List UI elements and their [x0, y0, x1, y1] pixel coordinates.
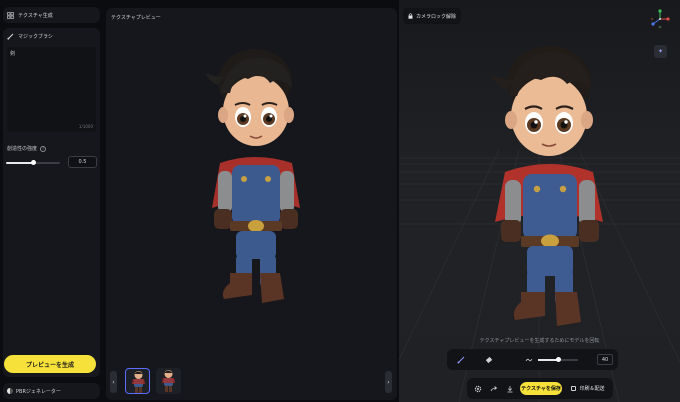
- share-button[interactable]: [488, 383, 499, 394]
- camera-unlock-button[interactable]: カメラロック解除: [403, 8, 462, 24]
- pbr-icon: [7, 388, 13, 394]
- share-icon: [490, 385, 497, 391]
- eraser-tool-button[interactable]: [483, 354, 494, 365]
- prompt-textarea[interactable]: 剣 1/1000: [7, 47, 96, 132]
- magic-brush-header[interactable]: マジックブラシ: [3, 28, 100, 44]
- char-count: 1/1000: [78, 124, 93, 129]
- print-icon: [571, 386, 577, 391]
- grid-icon: [7, 11, 14, 19]
- save-texture-button[interactable]: テクスチャを保存: [520, 382, 562, 395]
- texture-preview-title: テクスチャプレビュー: [111, 15, 161, 21]
- settings-button[interactable]: [472, 383, 483, 394]
- brush-size-knob[interactable]: [555, 357, 561, 362]
- thumbnail-item[interactable]: [156, 368, 181, 394]
- download-button[interactable]: [504, 383, 515, 394]
- brush-size-value[interactable]: 40: [597, 354, 613, 365]
- help-icon[interactable]: ?: [40, 145, 47, 152]
- magic-brush-card: マジックブラシ 剣 1/1000 創造性の強度 ? 0.5: [3, 28, 100, 377]
- magic-brush-title: マジックブラシ: [18, 33, 53, 40]
- generate-preview-button[interactable]: プレビューを生成: [4, 355, 96, 373]
- creativity-slider-knob[interactable]: [30, 160, 36, 165]
- gear-icon: [474, 385, 481, 392]
- pbr-generator-button[interactable]: PBRジェネレーター: [3, 383, 100, 399]
- creativity-value[interactable]: 0.5: [68, 156, 97, 168]
- texture-gen-card[interactable]: テクスチャ生成: [3, 7, 100, 23]
- brush-size-icon: [523, 354, 534, 365]
- 3d-viewport[interactable]: カメラロック解除 ✦ テクスチャプレビューを生成するためにモデルを回転 40 テ…: [399, 0, 680, 402]
- sparkle-tool-button[interactable]: ✦: [654, 45, 667, 58]
- print-ship-button[interactable]: 印刷＆配送: [567, 382, 609, 395]
- sparkle-icon: ✦: [657, 48, 664, 55]
- brush-icon: [457, 356, 464, 363]
- next-thumb-button[interactable]: ›: [385, 371, 392, 393]
- thumbnail-bar: ‹ ›: [106, 366, 397, 400]
- thumbnail-item[interactable]: [125, 368, 150, 394]
- texture-gen-title: テクスチャ生成: [18, 12, 53, 19]
- left-panel: テクスチャ生成 マジックブラシ 剣 1/1000 創造性の強度 ? 0.5 プレ…: [0, 0, 101, 402]
- thumbnail-character-icon: [132, 371, 145, 393]
- thumbnail-character-icon: [162, 370, 175, 392]
- creativity-label-row: 創造性の強度 ?: [7, 145, 47, 152]
- brush-toolbar: 40: [447, 349, 618, 370]
- texture-gen-header[interactable]: テクスチャ生成: [3, 7, 100, 23]
- creativity-slider-fill: [6, 162, 33, 164]
- lock-icon: [408, 13, 413, 19]
- brush-size-slider[interactable]: [538, 357, 578, 362]
- rotate-hint: テクスチャプレビューを生成するためにモデルを回転: [479, 338, 600, 344]
- prompt-text[interactable]: 剣: [10, 50, 93, 57]
- texture-preview-panel: テクスチャプレビュー ‹ ›: [106, 8, 397, 400]
- 3d-character-model: [491, 46, 603, 326]
- brush-tool-button[interactable]: [455, 354, 466, 365]
- camera-unlock-label: カメラロック解除: [416, 13, 457, 20]
- preview-character-image: [206, 49, 300, 303]
- axis-gizmo-icon[interactable]: [650, 9, 670, 29]
- action-toolbar: テクスチャを保存 印刷＆配送: [467, 378, 613, 399]
- prev-thumb-button[interactable]: ‹: [110, 371, 117, 393]
- eraser-icon: [485, 356, 492, 363]
- print-ship-label: 印刷＆配送: [579, 386, 605, 392]
- pbr-label: PBRジェネレーター: [16, 388, 61, 395]
- download-icon: [507, 385, 512, 392]
- creativity-label: 創造性の強度: [7, 146, 38, 152]
- creativity-slider[interactable]: [6, 160, 60, 165]
- brush-icon: [7, 33, 14, 40]
